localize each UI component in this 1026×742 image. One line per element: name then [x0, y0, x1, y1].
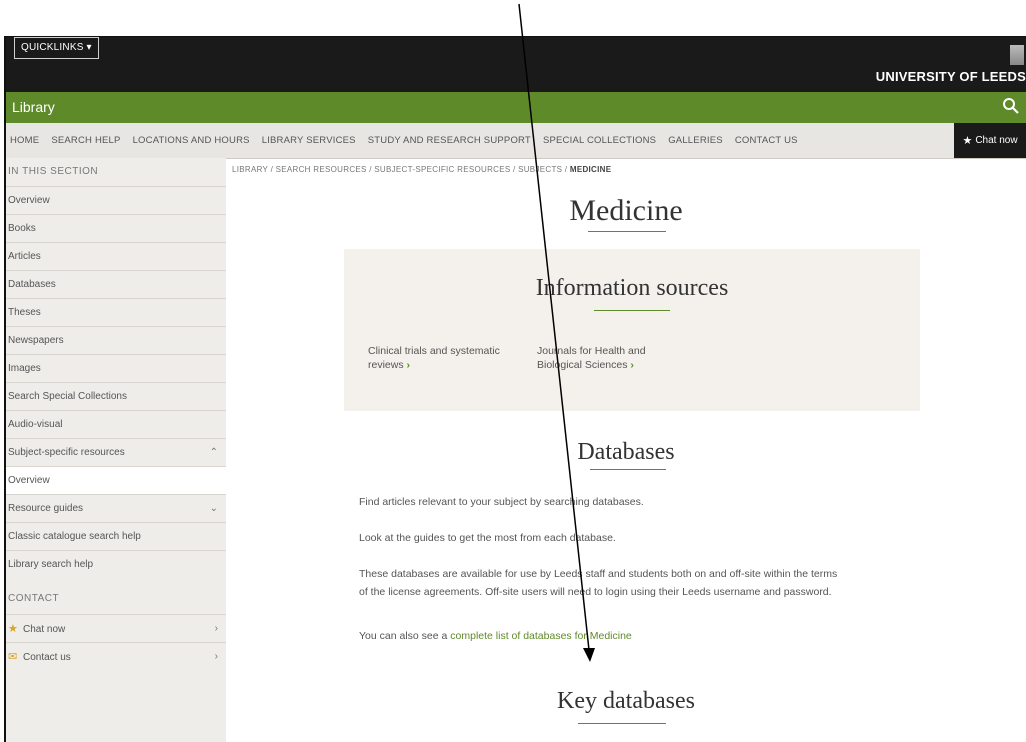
- nav-item-contact-us[interactable]: CONTACT US: [735, 135, 798, 146]
- sidebar-item-label: Classic catalogue search help: [8, 531, 141, 542]
- university-header: QUICKLINKS ▾ UNIVERSITY OF LEEDS: [6, 37, 1026, 92]
- chevron-up-icon[interactable]: ⌃: [210, 439, 218, 467]
- key-databases-heading: Key databases: [557, 688, 695, 714]
- envelope-icon: ✉: [8, 651, 18, 663]
- sidebar-item-label: Articles: [8, 251, 41, 262]
- sidebar-item[interactable]: Articles: [6, 242, 226, 270]
- quicklinks-button[interactable]: QUICKLINKS ▾: [14, 37, 99, 59]
- information-sources-title: Information sources: [535, 275, 729, 301]
- sidebar-item[interactable]: Databases: [6, 270, 226, 298]
- sidebar-item-label: Subject-specific resources: [8, 447, 125, 458]
- chevron-right-icon: ›: [406, 359, 411, 371]
- info-underline: [594, 310, 670, 311]
- contact-heading: CONTACT: [8, 593, 60, 604]
- sidebar-item-label: Overview: [8, 195, 50, 206]
- complete-list-text: You can also see a complete list of data…: [359, 630, 632, 642]
- breadcrumb-link[interactable]: LIBRARY: [232, 165, 268, 174]
- sidebar-item[interactable]: Images: [6, 354, 226, 382]
- page-title: Medicine: [569, 194, 683, 227]
- sidebar-item-label: Books: [8, 223, 36, 234]
- star-icon: ★: [8, 623, 18, 635]
- sidebar-item[interactable]: Subject-specific resources ⌃: [6, 438, 226, 466]
- databases-intro-text: Find articles relevant to your subject b…: [359, 496, 644, 508]
- nav-item-galleries[interactable]: GALLERIES: [668, 135, 723, 146]
- access-text-line1: These databases are available for use by…: [359, 568, 838, 580]
- sidebar-item-label: Resource guides: [8, 503, 84, 514]
- breadcrumb-link[interactable]: SUBJECT-SPECIFIC RESOURCES: [374, 165, 510, 174]
- information-sources-panel: Information sources Clinical trials and …: [344, 249, 920, 411]
- sidebar-item-label: Newspapers: [8, 335, 64, 346]
- contact-item-label: Contact us: [23, 652, 71, 663]
- access-text-line2: of the license agreements. Off-site user…: [359, 586, 832, 598]
- contact-item-chat-now[interactable]: ★ Chat now ›: [6, 614, 226, 642]
- search-icon[interactable]: [1002, 97, 1020, 115]
- nav-item-locations-and-hours[interactable]: LOCATIONS AND HOURS: [133, 135, 250, 146]
- sidebar-item[interactable]: Resource guides ⌄: [6, 494, 226, 522]
- main-content: LIBRARY / SEARCH RESOURCES / SUBJECT-SPE…: [226, 158, 1026, 742]
- chat-now-button[interactable]: ★ Chat now: [954, 123, 1026, 158]
- databases-underline: [590, 469, 666, 470]
- breadcrumb-link[interactable]: SUBJECTS: [518, 165, 562, 174]
- sidebar-item-label: Databases: [8, 279, 56, 290]
- chat-now-label: Chat now: [975, 135, 1018, 146]
- guides-text: Look at the guides to get the most from …: [359, 532, 616, 544]
- sidebar-item[interactable]: Overview: [6, 466, 226, 494]
- chevron-down-icon[interactable]: ⌄: [210, 495, 218, 523]
- nav-item-home[interactable]: HOME: [10, 135, 39, 146]
- breadcrumb-separator: /: [268, 165, 276, 174]
- university-crest-icon: [1010, 45, 1024, 65]
- sidebar-item[interactable]: Overview: [6, 186, 226, 214]
- section-sidebar: IN THIS SECTION Overview Books Articles Dat…: [6, 158, 226, 742]
- sidebar-items: Overview Books Articles Databases Theses News…: [6, 186, 226, 578]
- contact-items: ★ Chat now › ✉ Contact us ›: [6, 614, 226, 670]
- library-title[interactable]: Library: [12, 99, 55, 115]
- nav-item-special-collections[interactable]: SPECIAL COLLECTIONS: [543, 135, 656, 146]
- nav-item-library-services[interactable]: LIBRARY SERVICES: [262, 135, 356, 146]
- sidebar-item-label: Audio-visual: [8, 419, 63, 430]
- nav-item-study-and-research-support[interactable]: STUDY AND RESEARCH SUPPORT: [368, 135, 531, 146]
- breadcrumb-current: MEDICINE: [569, 165, 612, 174]
- contact-item-label: Chat now: [23, 624, 66, 635]
- title-underline: [588, 231, 666, 232]
- sidebar-item[interactable]: Search Special Collections: [6, 382, 226, 410]
- library-bar: Library: [6, 92, 1026, 123]
- nav-item-search-help[interactable]: SEARCH HELP: [51, 135, 120, 146]
- sidebar-item[interactable]: Books: [6, 214, 226, 242]
- key-databases-underline: [578, 723, 666, 724]
- complete-list-link[interactable]: complete list of databases for Medicine: [450, 630, 632, 642]
- star-icon: ★: [962, 135, 973, 147]
- sidebar-heading: IN THIS SECTION: [8, 166, 99, 177]
- sidebar-item-label: Library search help: [8, 559, 94, 570]
- sidebar-item-label: Overview: [8, 475, 50, 486]
- sidebar-item-label: Search Special Collections: [8, 391, 127, 402]
- sidebar-item-label: Images: [8, 363, 41, 374]
- sidebar-item[interactable]: Newspapers: [6, 326, 226, 354]
- breadcrumb: LIBRARY / SEARCH RESOURCES / SUBJECT-SPE…: [232, 165, 611, 174]
- university-logo-text[interactable]: UNIVERSITY OF LEEDS: [876, 69, 1026, 84]
- sidebar-item[interactable]: Library search help: [6, 550, 226, 578]
- breadcrumb-link[interactable]: SEARCH RESOURCES: [276, 165, 367, 174]
- breadcrumb-separator: /: [562, 165, 570, 174]
- contact-item-contact-us[interactable]: ✉ Contact us ›: [6, 642, 226, 670]
- sidebar-item[interactable]: Theses: [6, 298, 226, 326]
- clinical-trials-link[interactable]: Clinical trials and systematic reviews ›: [368, 344, 500, 372]
- journals-health-link[interactable]: Journals for Health and Biological Scien…: [537, 344, 646, 372]
- chevron-right-icon: ›: [214, 623, 218, 634]
- chevron-right-icon: ›: [630, 359, 634, 371]
- sidebar-item[interactable]: Classic catalogue search help: [6, 522, 226, 550]
- sidebar-item-label: Theses: [8, 307, 41, 318]
- nav-items: HOME SEARCH HELP LOCATIONS AND HOURS LIBRAR…: [10, 123, 810, 158]
- main-navigation: HOME SEARCH HELP LOCATIONS AND HOURS LIBRAR…: [6, 123, 1026, 159]
- breadcrumb-separator: /: [510, 165, 519, 174]
- chevron-right-icon: ›: [214, 651, 218, 662]
- sidebar-item[interactable]: Audio-visual: [6, 410, 226, 438]
- databases-heading: Databases: [577, 439, 675, 465]
